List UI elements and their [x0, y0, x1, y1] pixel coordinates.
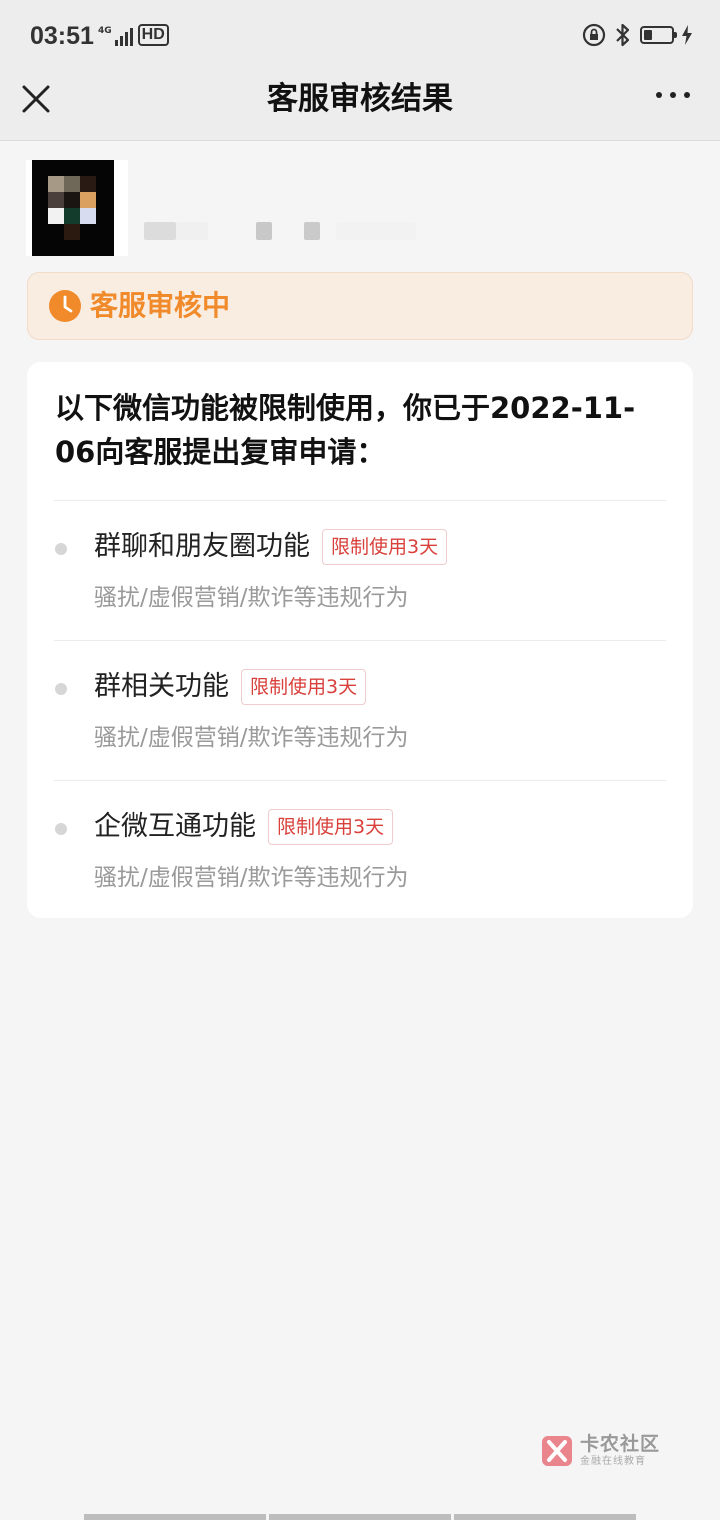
watermark: 卡农社区 金融在线教育: [540, 1432, 690, 1472]
restriction-heading: 以下微信功能被限制使用，你已于2022-11-06向客服提出复审申请：: [55, 391, 636, 469]
restriction-duration-tag: 限制使用3天: [241, 669, 367, 705]
restriction-item: 群相关功能 限制使用3天 骚扰/虚假营销/欺诈等违规行为: [27, 641, 693, 781]
restriction-item: 群聊和朋友圈功能 限制使用3天 骚扰/虚假营销/欺诈等违规行为: [27, 501, 693, 641]
watermark-subtitle: 金融在线教育: [580, 1456, 646, 1467]
signal-icon: [114, 26, 133, 46]
restriction-item-name: 企微互通功能: [94, 811, 256, 842]
watermark-title: 卡农社区: [580, 1433, 661, 1455]
bullet-icon: [55, 683, 67, 695]
account-name-blurred: [144, 222, 176, 240]
restriction-item-name: 群相关功能: [94, 671, 229, 702]
watermark-logo-icon: [542, 1436, 572, 1466]
charging-icon: [682, 25, 692, 45]
restriction-item-name: 群聊和朋友圈功能: [94, 531, 310, 562]
restriction-item-reason: 骚扰/虚假营销/欺诈等违规行为: [94, 585, 409, 611]
account-name-blurred: [336, 222, 416, 240]
status-icons: [582, 22, 692, 48]
restriction-item-reason: 骚扰/虚假营销/欺诈等违规行为: [94, 865, 409, 891]
restriction-item: 企微互通功能 限制使用3天 骚扰/虚假营销/欺诈等违规行为: [27, 781, 693, 921]
account-name-blurred: [256, 222, 272, 240]
page-title: 客服审核结果: [267, 81, 453, 117]
avatar-frame: [26, 160, 128, 256]
clock-icon: [49, 290, 81, 322]
battery-icon: [640, 26, 677, 44]
status-bar: 03:51 4G HD: [0, 0, 720, 72]
battery-level: [644, 30, 652, 40]
nav-bar: 客服审核结果: [0, 72, 720, 141]
review-status-text: 客服审核中: [90, 289, 231, 322]
restriction-card: 以下微信功能被限制使用，你已于2022-11-06向客服提出复审申请： 群聊和朋…: [27, 362, 693, 918]
lock-rotation-icon: [582, 23, 606, 47]
hd-badge: HD: [137, 24, 169, 46]
account-name-blurred: [176, 222, 208, 240]
network-indicator: 4G HD: [98, 24, 169, 46]
network-type: 4G: [98, 26, 112, 36]
restriction-duration-tag: 限制使用3天: [268, 809, 394, 845]
restriction-item-reason: 骚扰/虚假营销/欺诈等违规行为: [94, 725, 409, 751]
home-indicator[interactable]: [84, 1514, 636, 1520]
account-name-blurred: [304, 222, 320, 240]
bullet-icon: [55, 543, 67, 555]
bullet-icon: [55, 823, 67, 835]
review-status-banner: 客服审核中: [27, 272, 693, 340]
avatar: [32, 160, 114, 256]
bluetooth-icon: [616, 23, 630, 47]
restriction-duration-tag: 限制使用3天: [322, 529, 448, 565]
status-time: 03:51: [30, 22, 94, 50]
more-options-icon[interactable]: [656, 92, 690, 98]
